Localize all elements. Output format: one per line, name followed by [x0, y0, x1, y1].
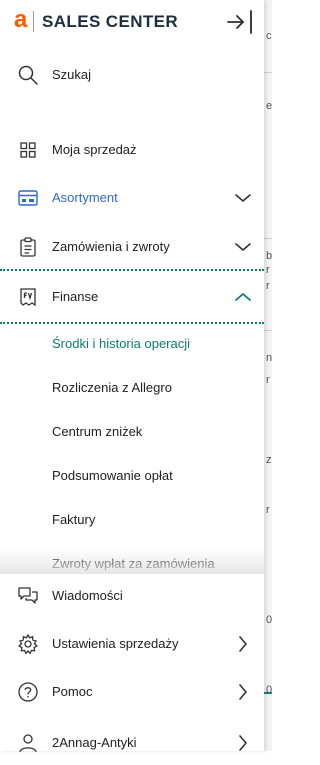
nav-item-messages[interactable]: Wiadomości — [0, 574, 264, 618]
nav-item-assortment[interactable]: Asortyment — [0, 176, 264, 220]
nav-item-label: Moja sprzedaż — [52, 142, 137, 157]
background-text: r — [266, 280, 270, 292]
subnav-item-label: Podsumowanie opłat — [52, 468, 173, 483]
nav-item-help[interactable]: Pomoc — [0, 670, 264, 714]
chevron-down-icon[interactable] — [234, 190, 252, 206]
invoice-icon — [17, 286, 39, 308]
clipboard-icon — [17, 236, 39, 258]
chevron-right-icon[interactable] — [234, 735, 252, 751]
app-title: SALES CENTER — [42, 12, 179, 31]
scroll-fade — [0, 548, 264, 574]
background-text: r — [266, 264, 270, 276]
store-icon — [17, 187, 39, 209]
nav-item-account[interactable]: 2Annag-Antyki — [0, 721, 264, 765]
nav-item-search[interactable]: Szukaj — [0, 53, 264, 97]
background-divider — [264, 238, 272, 239]
chat-bubbles-icon — [17, 585, 39, 607]
nav-item-label: Asortyment — [52, 190, 118, 205]
background-divider — [264, 330, 272, 331]
logo-divider — [33, 11, 34, 32]
nav-item-my-sales[interactable]: Moja sprzedaż — [0, 128, 264, 172]
subnav-item-allegro-settlements[interactable]: Rozliczenia z Allegro — [0, 366, 264, 410]
dashboard-grid-icon — [17, 139, 39, 161]
background-text: r — [266, 374, 270, 386]
gear-icon — [17, 633, 39, 655]
nav-item-label: Ustawienia sprzedaży — [52, 636, 179, 651]
collapse-menu-icon[interactable] — [226, 9, 254, 35]
subnav-item-fees-summary[interactable]: Podsumowanie opłat — [0, 454, 264, 498]
subnav-item-label: Rozliczenia z Allegro — [52, 380, 172, 395]
subnav-item-discount-center[interactable]: Centrum zniżek — [0, 410, 264, 454]
background-text: c — [266, 30, 272, 42]
chevron-up-icon[interactable] — [234, 289, 252, 305]
background-text: 0 — [266, 684, 272, 696]
nav-item-finance[interactable]: Finanse — [0, 275, 264, 319]
subnav-item-label: Faktury — [52, 512, 96, 527]
nav-item-label: Wiadomości — [52, 588, 123, 603]
nav-item-label: Zamówienia i zwroty — [52, 239, 170, 254]
help-circle-icon — [17, 681, 39, 703]
subnav-item-label: Centrum zniżek — [52, 424, 143, 439]
background-text: n — [266, 352, 272, 364]
chevron-down-icon[interactable] — [234, 239, 252, 255]
header: a SALES CENTER — [0, 0, 264, 44]
background-text: 0 — [266, 614, 272, 626]
subnav-item-invoices[interactable]: Faktury — [0, 498, 264, 542]
nav-item-label: Pomoc — [52, 684, 93, 699]
chevron-right-icon[interactable] — [234, 684, 252, 700]
background-page: c e b r r n r z r 0 0 — [264, 0, 272, 751]
nav-item-label: Finanse — [52, 289, 99, 304]
account-name: 2Annag-Antyki — [52, 735, 137, 750]
side-navigation: a SALES CENTER Szukaj Moja sprzedaż Asor… — [0, 0, 264, 753]
section-divider — [0, 269, 264, 271]
nav-item-label: Szukaj — [52, 67, 92, 82]
nav-item-orders[interactable]: Zamówienia i zwroty — [0, 225, 264, 269]
background-text: e — [266, 100, 272, 112]
subnav-item-label: Środki i historia operacji — [52, 336, 191, 351]
allegro-logo[interactable]: a — [14, 8, 27, 32]
subnav-item-funds-history[interactable]: Środki i historia operacji — [0, 322, 264, 366]
background-text: r — [266, 504, 270, 516]
background-divider — [264, 72, 272, 73]
background-text: z — [266, 454, 272, 466]
search-icon — [17, 64, 39, 86]
background-text: b — [266, 250, 272, 262]
chevron-right-icon[interactable] — [234, 636, 252, 652]
nav-item-sales-settings[interactable]: Ustawienia sprzedaży — [0, 622, 264, 666]
